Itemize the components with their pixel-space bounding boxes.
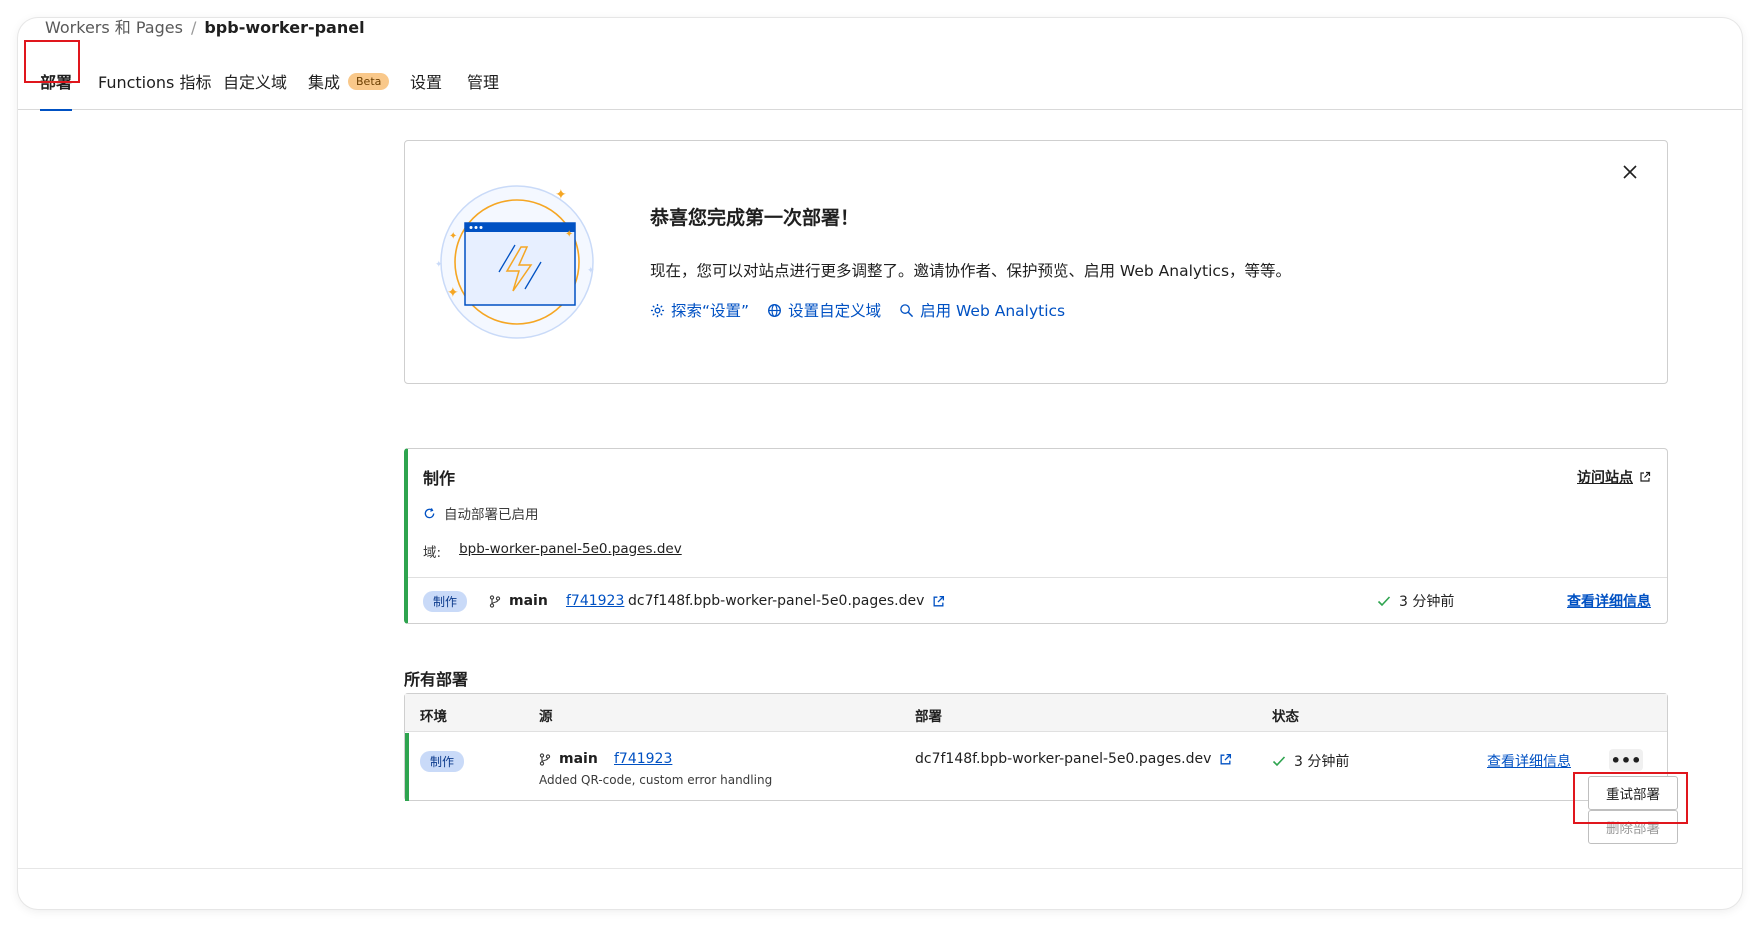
- branch-name: main: [559, 751, 598, 767]
- banner-links: 探索“设置” 设置自定义域 启用 Web Analytics: [650, 299, 1065, 321]
- table-row: 制作 main f741923 Added QR-code, custom er…: [405, 733, 1667, 801]
- tab-label: 集成: [308, 73, 341, 92]
- production-title: 制作: [423, 469, 456, 488]
- gear-icon: [650, 303, 665, 317]
- tab-deployments[interactable]: 部署: [40, 52, 73, 111]
- deployment-status: 3 分钟前: [1377, 591, 1454, 611]
- visit-site-label: 访问站点: [1577, 470, 1633, 486]
- deployment-url-text: dc7f148f.bpb-worker-panel-5e0.pages.dev: [915, 751, 1212, 767]
- deployment-url: dc7f148f.bpb-worker-panel-5e0.pages.dev: [628, 593, 945, 609]
- view-details-link[interactable]: 查看详细信息: [1487, 751, 1571, 771]
- tab-label: 设置: [410, 73, 443, 92]
- tab-functions-metrics[interactable]: Functions 指标: [98, 52, 211, 110]
- link-label: 设置自定义域: [788, 302, 882, 320]
- app-window: Workers 和 Pages / bpb-worker-panel 部署 Func…: [18, 18, 1742, 909]
- svg-text:✦: ✦: [449, 231, 457, 242]
- commit-message: Added QR-code, custom error handling: [539, 773, 773, 787]
- branch: main: [539, 751, 598, 767]
- tab-integrations[interactable]: 集成 Beta: [308, 52, 390, 110]
- svg-text:✦: ✦: [587, 266, 595, 276]
- header-source: 源: [539, 709, 553, 725]
- tab-label: 自定义域: [223, 73, 288, 92]
- banner-title: 恭喜您完成第一次部署！: [650, 207, 860, 229]
- deployments-table: 环境 源 部署 状态 制作 main f741923 Added QR-code…: [404, 693, 1668, 801]
- table-header: 环境 源 部署 状态: [405, 694, 1667, 732]
- branch: main: [489, 593, 548, 609]
- branch-icon: [489, 594, 501, 608]
- status-text: 3 分钟前: [1399, 594, 1455, 610]
- close-icon[interactable]: [1619, 161, 1641, 183]
- breadcrumb-parent[interactable]: Workers 和 Pages: [45, 18, 183, 37]
- branch-icon: [539, 752, 551, 766]
- visit-site-link[interactable]: 访问站点: [1577, 467, 1651, 487]
- external-link-icon[interactable]: [1219, 753, 1232, 766]
- commit-link[interactable]: f741923: [566, 593, 624, 609]
- svg-text:✦: ✦: [447, 285, 459, 301]
- tab-custom-domains[interactable]: 自定义域: [223, 52, 287, 110]
- check-icon: [1272, 756, 1286, 767]
- banner-body: 现在，您可以对站点进行更多调整了。邀请协作者、保护预览、启用 Web Analy…: [650, 262, 1292, 280]
- tab-bar: 部署 Functions 指标 自定义域 集成 Beta 设置 管理: [18, 52, 1742, 111]
- breadcrumb: Workers 和 Pages / bpb-worker-panel: [45, 18, 365, 38]
- refresh-icon: [424, 507, 435, 518]
- env-badge: 制作: [420, 751, 465, 772]
- commit-link[interactable]: f741923: [614, 751, 672, 767]
- all-deployments-title: 所有部署: [404, 670, 469, 689]
- header-env: 环境: [420, 709, 447, 725]
- divider: [408, 577, 1667, 578]
- beta-badge: Beta: [348, 72, 390, 90]
- link-label: 探索“设置”: [671, 302, 750, 320]
- tab-label: Functions 指标: [98, 73, 212, 92]
- custom-domain-link[interactable]: 设置自定义域: [767, 299, 881, 321]
- header-status: 状态: [1272, 709, 1299, 725]
- auto-deploy-status: 自动部署已启用: [423, 503, 539, 523]
- retry-deployment-button[interactable]: 重试部署: [1588, 776, 1678, 810]
- external-link-icon: [1640, 471, 1651, 482]
- check-icon: [1377, 596, 1391, 607]
- tab-settings[interactable]: 设置: [410, 52, 442, 110]
- magnifier-icon: [900, 303, 914, 317]
- status-text: 3 分钟前: [1294, 754, 1350, 770]
- deployment-status: 3 分钟前: [1272, 751, 1349, 771]
- tab-label: 管理: [467, 73, 500, 92]
- domain-label: 域:: [423, 545, 442, 561]
- link-label: 启用 Web Analytics: [920, 302, 1066, 320]
- env-badge: 制作: [423, 590, 468, 612]
- tab-manage[interactable]: 管理: [467, 52, 499, 110]
- production-deployment-row: 制作 main f741923 dc7f148f.bpb-worker-pane…: [423, 590, 1651, 612]
- external-link-icon[interactable]: [932, 595, 945, 608]
- globe-icon: [768, 303, 782, 317]
- breadcrumb-current: bpb-worker-panel: [204, 18, 365, 37]
- domain-link[interactable]: bpb-worker-panel-5e0.pages.dev: [459, 541, 682, 561]
- deployment-url: dc7f148f.bpb-worker-panel-5e0.pages.dev: [915, 751, 1232, 767]
- deployment-url-text: dc7f148f.bpb-worker-panel-5e0.pages.dev: [628, 593, 925, 609]
- enable-web-analytics-link[interactable]: 启用 Web Analytics: [899, 299, 1065, 321]
- view-details-link[interactable]: 查看详细信息: [1567, 591, 1651, 611]
- branch-name: main: [509, 593, 548, 609]
- tab-label: 部署: [40, 73, 73, 92]
- first-deploy-banner: ✦ ✦ ✦ ✦ ✦ ✦ 恭喜您完成第一次部署！ 现在，您可以对站点进行更多调整了…: [404, 140, 1668, 384]
- svg-text:✦: ✦: [555, 187, 567, 203]
- explore-settings-link[interactable]: 探索“设置”: [650, 299, 749, 321]
- auto-deploy-text: 自动部署已启用: [444, 507, 539, 523]
- delete-deployment-button[interactable]: 删除部署: [1588, 810, 1678, 844]
- header-deployment: 部署: [915, 709, 942, 725]
- svg-text:✦: ✦: [565, 229, 573, 240]
- domain-row: 域: bpb-worker-panel-5e0.pages.dev: [423, 541, 682, 561]
- production-card: 制作 访问站点 自动部署已启用 域: bpb-worker-panel-5e0.…: [404, 448, 1668, 624]
- footer-divider: [18, 868, 1742, 869]
- deploy-illustration-icon: ✦ ✦ ✦ ✦ ✦ ✦: [435, 185, 595, 339]
- svg-text:✦: ✦: [435, 260, 443, 270]
- breadcrumb-separator: /: [190, 18, 197, 37]
- more-actions-button[interactable]: •••: [1609, 749, 1643, 771]
